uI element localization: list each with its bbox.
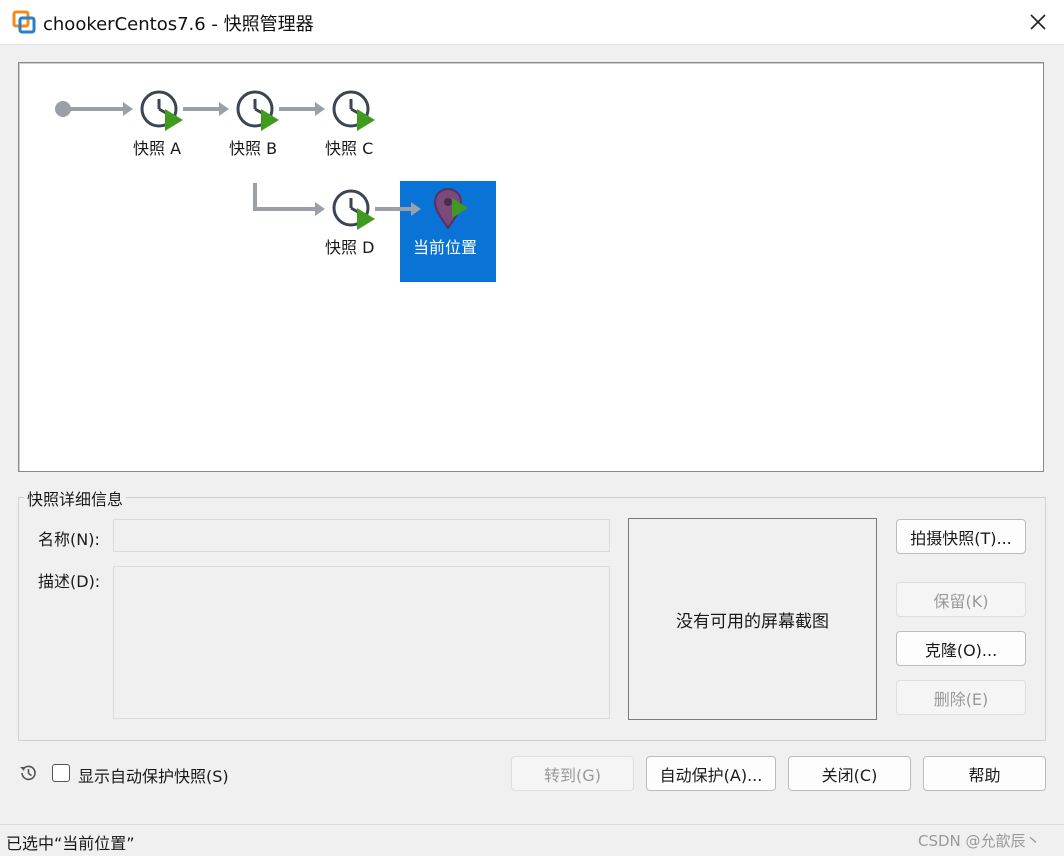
- show-autoprotect-label[interactable]: 显示自动保护快照(S): [78, 763, 229, 787]
- snapshot-details-title: 快照详细信息: [24, 486, 127, 510]
- name-field[interactable]: [113, 519, 610, 552]
- help-button[interactable]: 帮助: [923, 756, 1046, 791]
- current-position-label[interactable]: 当前位置: [413, 234, 477, 258]
- current-position-pin-icon[interactable]: [433, 188, 468, 230]
- snapshot-a-label[interactable]: 快照 A: [133, 135, 181, 159]
- snapshot-a-icon[interactable]: [140, 90, 183, 131]
- watermark: CSDN @允歆辰丶: [918, 832, 1041, 850]
- snapshot-c-label[interactable]: 快照 C: [325, 135, 373, 159]
- name-label: 名称(N):: [38, 530, 100, 549]
- keep-button[interactable]: 保留(K): [896, 582, 1026, 617]
- window-title: chookerCentos7.6 - 快照管理器: [43, 14, 314, 35]
- snapshot-b-label[interactable]: 快照 B: [229, 135, 277, 159]
- connector-d-current: [375, 202, 421, 216]
- title-bar: chookerCentos7.6 - 快照管理器: [0, 0, 1064, 45]
- connector-b-c: [279, 102, 325, 116]
- connector-a-b: [183, 102, 229, 116]
- snapshot-tree-graphic: [55, 90, 468, 230]
- snapshot-d-label[interactable]: 快照 D: [325, 234, 374, 258]
- snapshot-d-icon[interactable]: [332, 189, 375, 230]
- close-window-icon[interactable]: [1024, 8, 1052, 36]
- description-field[interactable]: [113, 566, 610, 719]
- status-bar: 已选中“当前位置” CSDN @允歆辰丶: [0, 824, 1064, 856]
- clone-button[interactable]: 克隆(O)...: [896, 631, 1026, 666]
- autoprotect-button[interactable]: 自动保护(A)...: [646, 756, 776, 791]
- close-button[interactable]: 关闭(C): [788, 756, 911, 791]
- connector-root-a: [69, 102, 133, 116]
- goto-button[interactable]: 转到(G): [511, 756, 634, 791]
- screenshot-preview: 没有可用的屏幕截图: [628, 518, 877, 720]
- take-snapshot-button[interactable]: 拍摄快照(T)...: [896, 519, 1026, 554]
- description-label: 描述(D):: [38, 572, 101, 591]
- snapshot-c-icon[interactable]: [332, 90, 375, 131]
- snapshot-b-icon[interactable]: [236, 90, 279, 131]
- snapshot-tree-panel[interactable]: 快照 A 快照 B 快照 C 快照 D 当前位置: [18, 62, 1044, 472]
- autoprotect-history-icon: [20, 765, 36, 781]
- preview-empty-text: 没有可用的屏幕截图: [676, 611, 829, 632]
- show-autoprotect-checkbox[interactable]: [52, 764, 70, 782]
- root-node-icon: [55, 101, 71, 117]
- delete-button[interactable]: 删除(E): [896, 680, 1026, 715]
- status-text: 已选中“当前位置”: [6, 834, 135, 853]
- vmware-app-icon: [12, 10, 36, 34]
- connector-b-d: [253, 183, 325, 216]
